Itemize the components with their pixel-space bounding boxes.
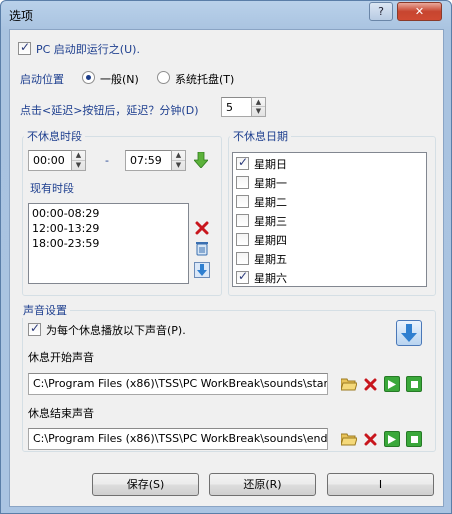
- play-sound-label[interactable]: 为每个休息播放以下声音(P).: [46, 322, 186, 338]
- existing-periods-label: 现有时段: [30, 182, 74, 195]
- spin-up-icon[interactable]: ▲: [252, 98, 265, 107]
- end-sound-path[interactable]: C:\Program Files (x86)\TSS\PC WorkBreak\…: [28, 428, 328, 450]
- stop-icon[interactable]: [406, 376, 422, 392]
- day-label: 星期日: [254, 158, 287, 171]
- day-checkbox[interactable]: [236, 233, 249, 246]
- day-item-tuesday[interactable]: 星期二: [236, 192, 423, 211]
- days-list[interactable]: 星期日 星期一 星期二 星期三 星期四 星期五 星期六: [232, 152, 427, 287]
- time-start-spinner[interactable]: ▲ ▼: [71, 150, 86, 171]
- download-sound-icon[interactable]: [396, 320, 422, 346]
- day-label: 星期一: [254, 177, 287, 190]
- open-folder-icon[interactable]: [341, 376, 357, 392]
- spin-up-icon[interactable]: ▲: [172, 151, 185, 161]
- move-down-icon[interactable]: [194, 262, 210, 278]
- time-dash: -: [105, 154, 109, 167]
- notime-group-label: 不休息时段: [24, 128, 85, 144]
- day-item-saturday[interactable]: 星期六: [236, 268, 423, 286]
- end-sound-label: 休息结束声音: [28, 407, 94, 420]
- day-label: 星期六: [254, 272, 287, 285]
- day-checkbox[interactable]: [236, 176, 249, 189]
- delete-period-icon[interactable]: [194, 220, 210, 236]
- title-bar[interactable]: 选项 ? ✕: [1, 1, 451, 29]
- spin-down-icon[interactable]: ▼: [252, 107, 265, 116]
- spin-down-icon[interactable]: ▼: [172, 161, 185, 171]
- restore-button[interactable]: 还原(R): [209, 473, 316, 496]
- day-checkbox[interactable]: [236, 269, 249, 284]
- day-item-thursday[interactable]: 星期四: [236, 230, 423, 249]
- start-sound-path[interactable]: C:\Program Files (x86)\TSS\PC WorkBreak\…: [28, 373, 328, 395]
- recycle-icon[interactable]: [194, 240, 210, 256]
- time-start-input[interactable]: 00:00: [28, 150, 72, 171]
- day-item-monday[interactable]: 星期一: [236, 173, 423, 192]
- radio-normal-label[interactable]: 一般(N): [100, 71, 139, 87]
- time-end-spinner[interactable]: ▲ ▼: [171, 150, 186, 171]
- radio-tray[interactable]: [157, 71, 170, 84]
- close-button[interactable]: ✕: [397, 2, 442, 21]
- list-item[interactable]: 00:00-08:29: [32, 207, 185, 222]
- list-item[interactable]: 12:00-13:29: [32, 222, 185, 237]
- day-label: 星期三: [254, 215, 287, 228]
- day-checkbox[interactable]: [236, 214, 249, 227]
- sound-group-label: 声音设置: [20, 302, 70, 318]
- list-item[interactable]: 18:00-23:59: [32, 237, 185, 252]
- startpos-label: 启动位置: [20, 73, 64, 86]
- delete-sound-icon[interactable]: [362, 376, 378, 392]
- play-sound-checkbox[interactable]: [28, 321, 41, 336]
- radio-normal[interactable]: [82, 71, 95, 84]
- day-label: 星期五: [254, 253, 287, 266]
- delete-sound-icon[interactable]: [362, 431, 378, 447]
- autorun-checkbox[interactable]: [18, 40, 31, 55]
- day-label: 星期二: [254, 196, 287, 209]
- third-button[interactable]: Ι: [327, 473, 434, 496]
- delay-label: 点击<延迟>按钮后，延迟？分钟(D): [20, 104, 199, 117]
- day-item-wednesday[interactable]: 星期三: [236, 211, 423, 230]
- day-checkbox[interactable]: [236, 195, 249, 208]
- delay-input[interactable]: 5: [221, 97, 252, 117]
- add-period-arrow-icon[interactable]: [193, 151, 209, 169]
- day-item-friday[interactable]: 星期五: [236, 249, 423, 268]
- play-icon[interactable]: [384, 376, 400, 392]
- help-button[interactable]: ?: [369, 2, 393, 21]
- spin-up-icon[interactable]: ▲: [72, 151, 85, 161]
- start-sound-label: 休息开始声音: [28, 351, 94, 364]
- time-end-input[interactable]: 07:59: [125, 150, 172, 171]
- client-area: PC 启动即运行之(U). 启动位置 一般(N) 系统托盘(T) 点击<延迟>按…: [9, 29, 444, 507]
- day-checkbox[interactable]: [236, 155, 249, 170]
- stop-icon[interactable]: [406, 431, 422, 447]
- save-button[interactable]: 保存(S): [92, 473, 199, 496]
- spin-down-icon[interactable]: ▼: [72, 161, 85, 171]
- options-window: 选项 ? ✕ PC 启动即运行之(U). 启动位置 一般(N) 系统托盘(T) …: [0, 0, 452, 514]
- nodays-group-label: 不休息日期: [230, 128, 291, 144]
- radio-tray-label[interactable]: 系统托盘(T): [175, 71, 234, 87]
- open-folder-icon[interactable]: [341, 431, 357, 447]
- day-label: 星期四: [254, 234, 287, 247]
- day-item-sunday[interactable]: 星期日: [236, 154, 423, 173]
- window-title: 选项: [9, 9, 34, 23]
- play-icon[interactable]: [384, 431, 400, 447]
- delay-spinner[interactable]: ▲ ▼: [251, 97, 266, 117]
- autorun-label[interactable]: PC 启动即运行之(U).: [36, 41, 140, 57]
- periods-list[interactable]: 00:00-08:29 12:00-13:29 18:00-23:59: [28, 203, 189, 284]
- day-checkbox[interactable]: [236, 252, 249, 265]
